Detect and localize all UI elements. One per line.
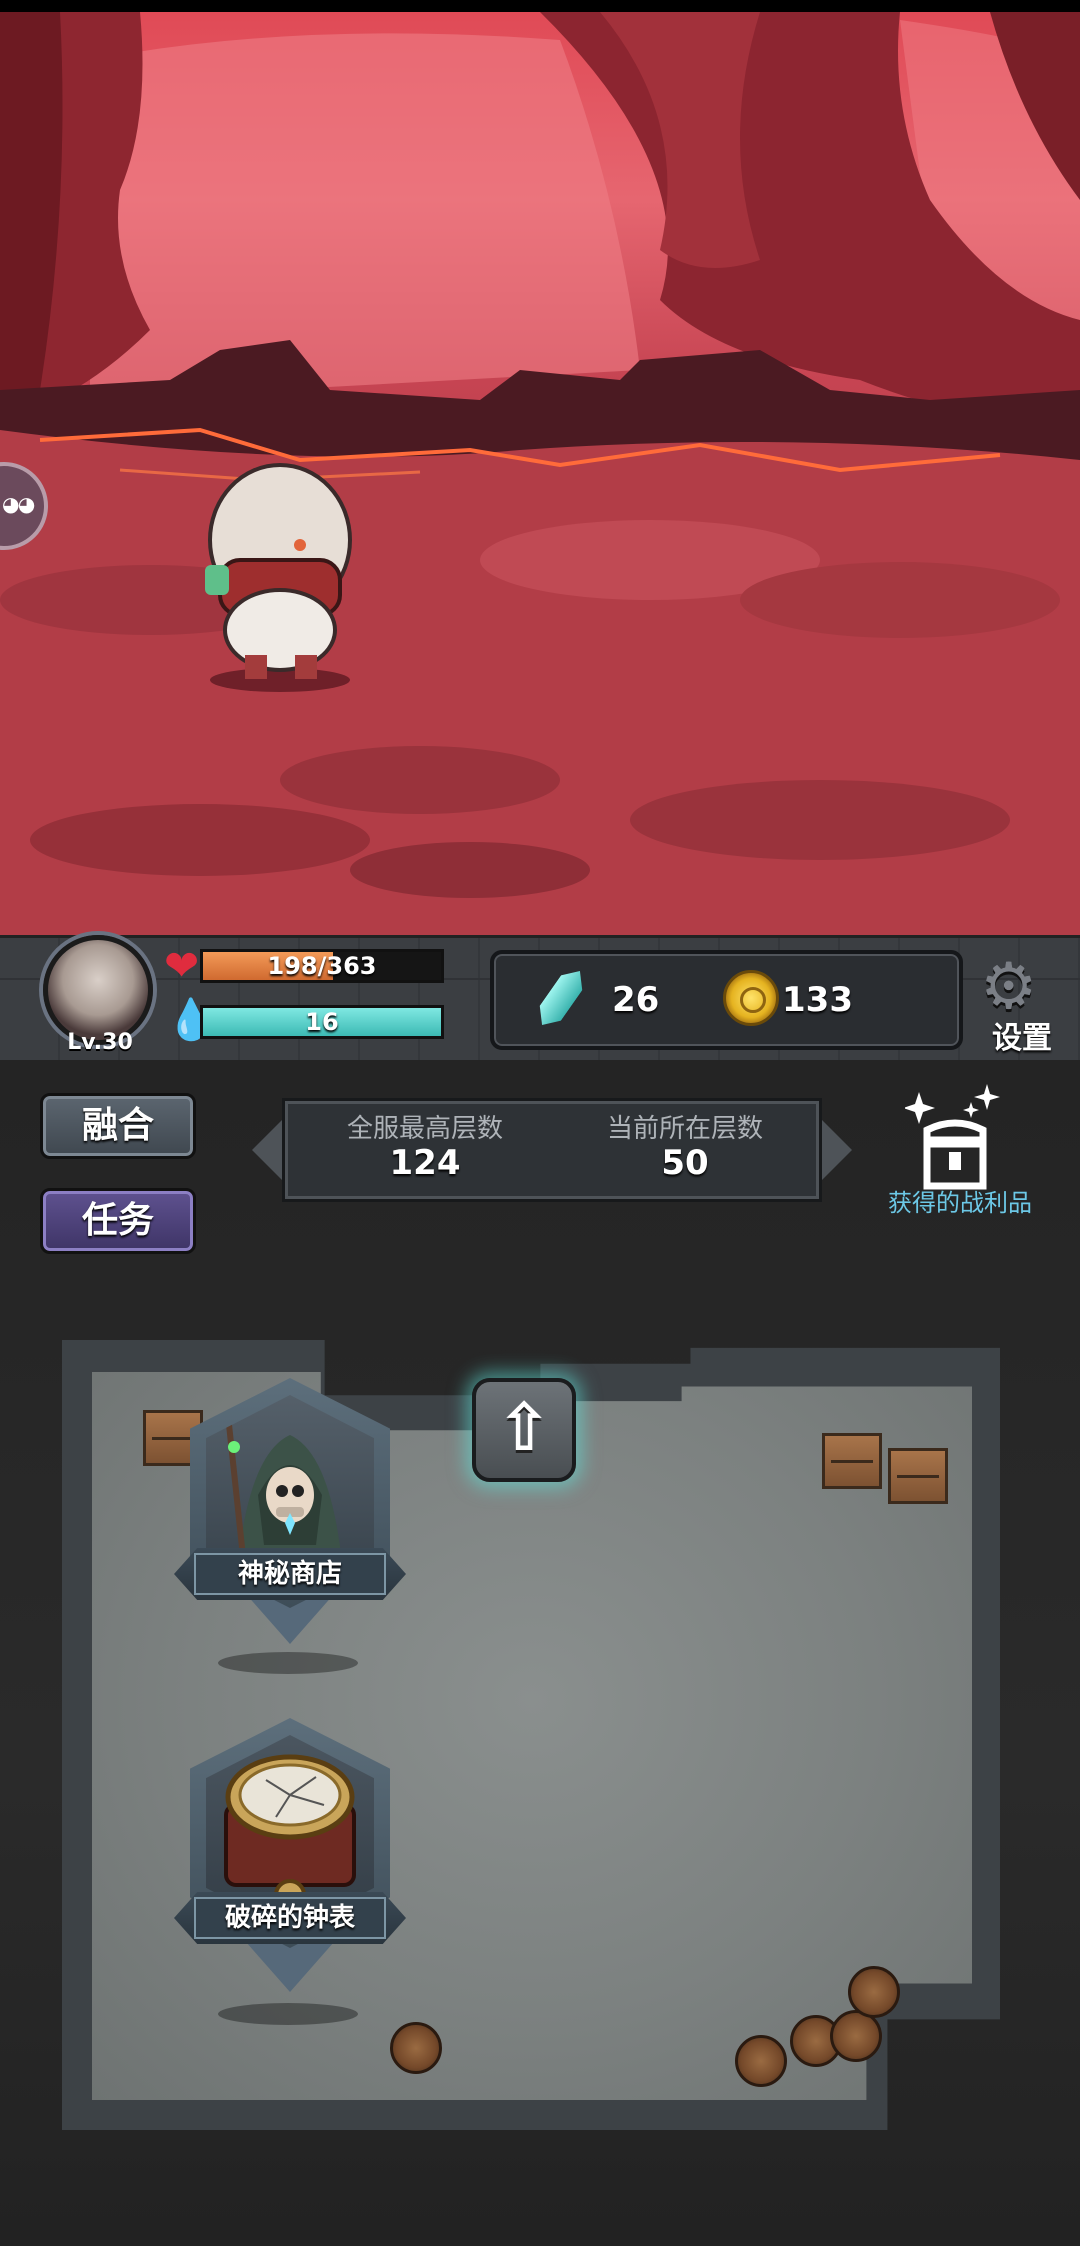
heart-icon: ❤ [164,941,200,990]
crystal-count: 26 [612,980,660,1020]
crate-icon [822,1433,882,1489]
server-best-floor-label: 全服最高层数 [346,1114,503,1144]
gear-icon[interactable]: ⚙ [980,955,1037,1019]
loot-label[interactable]: 获得的战利品 [870,1183,1050,1218]
shop-shadow [218,1652,358,1674]
barrel-icon [735,2035,787,2087]
loot-chest-icon[interactable] [905,1082,1005,1192]
current-floor-value: 50 [661,1143,709,1183]
merge-button[interactable]: 融合 [40,1093,196,1159]
task-button[interactable]: 任务 [40,1188,196,1254]
mystery-shop-label[interactable]: 神秘商店 [194,1553,386,1595]
player-avatar[interactable] [43,935,153,1045]
settings-button[interactable]: 设置 [982,1013,1062,1057]
coin-icon [723,970,779,1026]
broken-clock-label[interactable]: 破碎的钟表 [194,1897,386,1939]
barrel-icon [390,2022,442,2074]
mp-text: 16 [305,1008,339,1036]
barrel-icon [848,1966,900,2018]
current-floor-label: 当前所在层数 [606,1114,763,1144]
coin-count: 133 [782,980,853,1020]
floor-panel-right-cap [822,1120,852,1180]
player-level: Lv.30 [67,1030,133,1055]
clock-badge-tip [246,1942,334,1992]
lava-cavern-background [0,12,1080,935]
floor-panel-left-cap [252,1120,282,1180]
server-best-floor-value: 124 [389,1143,461,1183]
hp-text: 198/363 [267,952,377,980]
up-arrow-icon[interactable]: ⇧ [472,1378,576,1482]
crate-icon [888,1448,948,1504]
battle-scene [0,0,1080,935]
clock-shadow [218,2003,358,2025]
